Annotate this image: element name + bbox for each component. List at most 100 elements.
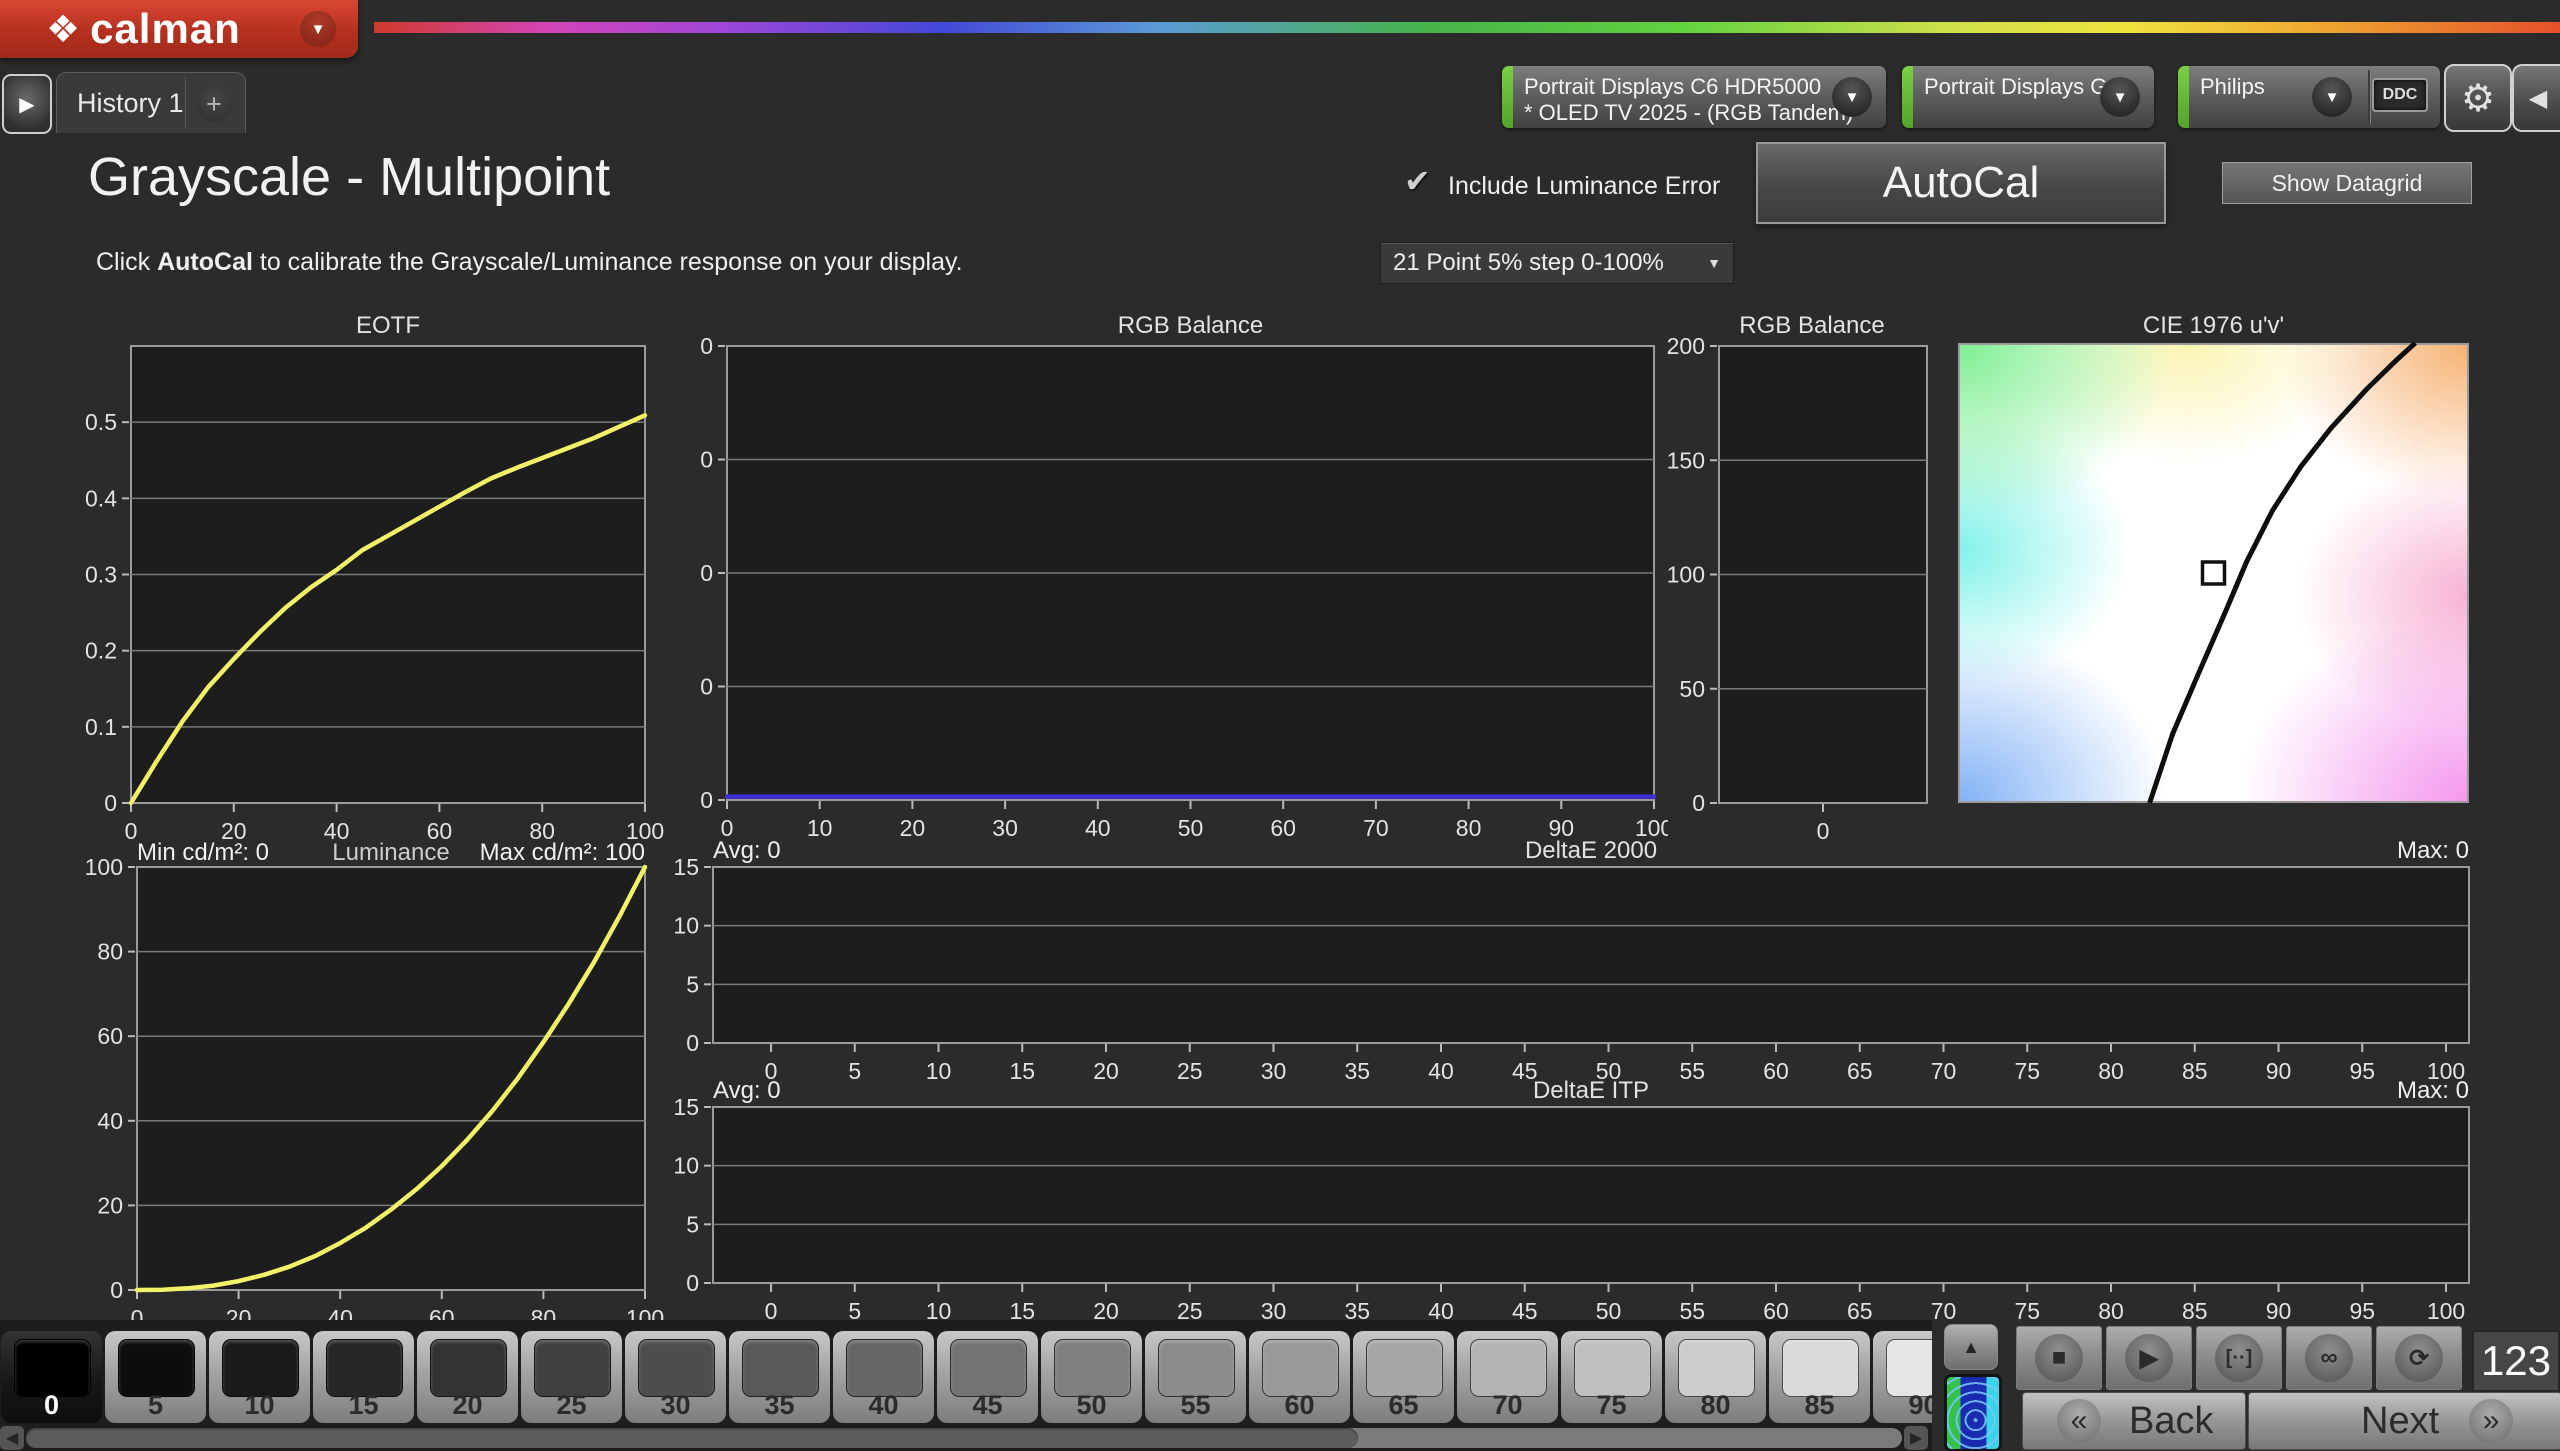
- chevron-down-icon[interactable]: ▼: [2100, 77, 2140, 117]
- play-button[interactable]: ▶: [2106, 1326, 2192, 1390]
- pattern-level-label: 20: [452, 1390, 483, 1420]
- svg-text:0: 0: [700, 787, 713, 813]
- arrow-up-icon: ▲: [1962, 1336, 1980, 1357]
- svg-text:0: 0: [110, 1277, 123, 1303]
- pattern-level-70-button[interactable]: 70: [1457, 1331, 1558, 1423]
- pattern-level-55-button[interactable]: 55: [1145, 1331, 1246, 1423]
- pattern-level-label: 30: [660, 1390, 691, 1420]
- calman-logo-menu[interactable]: ❖ calman ▼: [0, 0, 358, 58]
- chevron-down-icon[interactable]: ▼: [2312, 77, 2352, 117]
- continuous-measure-button[interactable]: ∞: [2286, 1326, 2372, 1390]
- include-luminance-checkbox[interactable]: ✔: [1404, 162, 1431, 200]
- pattern-level-45-button[interactable]: 45: [937, 1331, 1038, 1423]
- show-datagrid-button[interactable]: Show Datagrid: [2222, 162, 2472, 204]
- include-luminance-label: Include Luminance Error: [1448, 172, 1721, 200]
- gray-swatch: [1158, 1339, 1235, 1397]
- ddc-button[interactable]: DDC: [2372, 78, 2428, 116]
- meter-connected-indicator: [1502, 66, 1513, 128]
- source-name: Portrait Displays G1: [1924, 74, 2120, 99]
- gray-swatch: [1782, 1339, 1859, 1397]
- pattern-level-0-button[interactable]: 0: [1, 1331, 102, 1423]
- gray-swatch: [222, 1339, 299, 1397]
- svg-text:0.5: 0.5: [85, 409, 117, 435]
- gray-swatch: [534, 1339, 611, 1397]
- autocal-button[interactable]: AutoCal: [1756, 142, 2166, 224]
- pattern-level-30-button[interactable]: 30: [625, 1331, 726, 1423]
- gray-swatch: [950, 1339, 1027, 1397]
- pattern-level-20-button[interactable]: 20: [417, 1331, 518, 1423]
- pattern-scrollbar-thumb[interactable]: [26, 1428, 1358, 1448]
- pattern-level-65-button[interactable]: 65: [1353, 1331, 1454, 1423]
- eotf-chart: EOTF 0 0.1 0.2 0.3 0.4 0.5 0 20 40 60 80 100: [60, 312, 670, 844]
- deltae2000-chart: Avg: 0 DeltaE 2000 Max: 0 0 5 10 15 0 5 10 15 20…: [673, 835, 2490, 1084]
- tab-history-1[interactable]: History 1 +: [56, 72, 246, 133]
- pattern-level-75-button[interactable]: 75: [1561, 1331, 1662, 1423]
- pattern-panel-expand-button[interactable]: ▲: [1944, 1324, 1998, 1370]
- calman-window: ❖ calman ▼ ▶ History 1 + Portrait Displa…: [0, 0, 2560, 1451]
- de2000-plot: 0510150 5 10 15 20 25 30 35 40 45 50 55 60 65 70 75 80 85…: [673, 854, 2470, 1084]
- pattern-level-80-button[interactable]: 80: [1665, 1331, 1766, 1423]
- pattern-level-label: 10: [244, 1390, 275, 1420]
- cie-plot: [2147, 341, 2417, 804]
- svg-text:0: 0: [686, 1270, 699, 1296]
- measurement-counter: 123: [2472, 1330, 2560, 1392]
- pattern-level-25-button[interactable]: 25: [521, 1331, 622, 1423]
- svg-text:15: 15: [673, 1094, 699, 1120]
- chevron-down-icon: ▼: [1707, 255, 1721, 271]
- svg-text:50: 50: [1679, 676, 1705, 702]
- gray-swatch: [1262, 1339, 1339, 1397]
- pattern-level-40-button[interactable]: 40: [833, 1331, 934, 1423]
- svg-text:10: 10: [673, 913, 699, 939]
- instruction-bold: AutoCal: [157, 248, 253, 276]
- double-chevron-right-icon: »: [2469, 1399, 2514, 1443]
- continuous-measure-icon: ∞: [2305, 1334, 2353, 1382]
- range-measure-icon: [··]: [2215, 1334, 2263, 1382]
- svg-text:5: 5: [686, 971, 699, 997]
- svg-text:150: 150: [1667, 447, 1705, 473]
- pattern-level-5-button[interactable]: 5: [105, 1331, 206, 1423]
- pattern-level-label: 50: [1076, 1390, 1107, 1420]
- collapse-panel-button[interactable]: ◀: [2512, 64, 2560, 132]
- pattern-level-10-button[interactable]: 10: [209, 1331, 310, 1423]
- pattern-level-15-button[interactable]: 15: [313, 1331, 414, 1423]
- back-button[interactable]: « Back: [2022, 1392, 2246, 1450]
- logo-dropdown-icon[interactable]: ▼: [300, 11, 336, 47]
- tab-scroll-button[interactable]: ▶: [2, 74, 52, 134]
- pattern-window-icon[interactable]: [1944, 1374, 2002, 1451]
- pattern-level-35-button[interactable]: 35: [729, 1331, 830, 1423]
- scroll-right-button[interactable]: ▶: [1904, 1426, 1928, 1450]
- add-tab-button[interactable]: +: [196, 86, 232, 122]
- rainbow-strip: [374, 22, 2560, 33]
- range-measure-button[interactable]: [··]: [2196, 1326, 2282, 1390]
- meter-select[interactable]: Portrait Displays C6 HDR5000 * OLED TV 2…: [1502, 66, 1886, 128]
- svg-text:5: 5: [686, 1211, 699, 1237]
- svg-text:0: 0: [104, 790, 117, 816]
- display-select[interactable]: Philips ▼ DDC: [2178, 66, 2440, 128]
- stop-button[interactable]: ■: [2016, 1326, 2102, 1390]
- refresh-button[interactable]: ⟳: [2376, 1326, 2462, 1390]
- pattern-level-50-button[interactable]: 50: [1041, 1331, 1142, 1423]
- pattern-level-label: 5: [147, 1390, 164, 1420]
- deitp-plot: 0510150 5 10 15 20 25 30 35 40 45 50 55 60 65 70 75 80 85…: [673, 1094, 2470, 1324]
- play-icon: ▶: [2125, 1334, 2173, 1382]
- play-right-icon: ▶: [19, 93, 35, 116]
- luminance-chart: Min cd/m²: 0 Luminance Max cd/m²: 100 02…: [60, 835, 670, 1340]
- gray-swatch: [430, 1339, 507, 1397]
- source-select[interactable]: Portrait Displays G1 ▼: [1902, 66, 2154, 128]
- gray-swatch: [1574, 1339, 1651, 1397]
- chevron-down-icon[interactable]: ▼: [1832, 77, 1872, 117]
- pattern-level-85-button[interactable]: 85: [1769, 1331, 1870, 1423]
- scroll-left-button[interactable]: ◀: [0, 1426, 24, 1450]
- rgb_main-plot: 0501001502000102030405060708090100: [700, 333, 1668, 841]
- svg-text:100: 100: [1667, 562, 1705, 588]
- settings-button[interactable]: ⚙: [2444, 64, 2512, 132]
- svg-text:0: 0: [686, 1030, 699, 1056]
- arrow-left-icon: ◀: [5, 1430, 19, 1447]
- luminance-plot: 0204060801000 20 40 60 80 100: [85, 854, 665, 1331]
- pattern-level-label: 75: [1596, 1390, 1627, 1420]
- svg-text:20: 20: [97, 1192, 123, 1218]
- point-count-dropdown[interactable]: 21 Point 5% step 0-100% ▼: [1380, 242, 1734, 284]
- pattern-level-60-button[interactable]: 60: [1249, 1331, 1350, 1423]
- instruction-suffix: to calibrate the Grayscale/Luminance res…: [252, 248, 963, 276]
- next-button[interactable]: Next »: [2248, 1392, 2560, 1450]
